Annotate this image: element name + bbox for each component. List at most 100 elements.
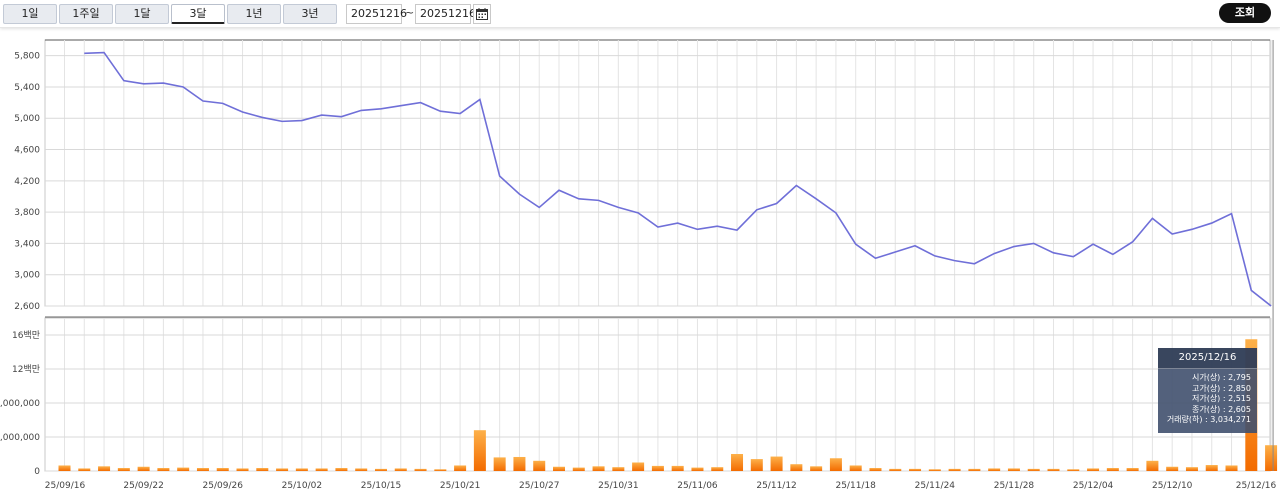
volume-bar: [671, 465, 684, 471]
period-button-3month[interactable]: 3달: [171, 4, 225, 24]
calendar-button[interactable]: [473, 4, 491, 24]
volume-bar: [137, 466, 150, 471]
volume-bar: [493, 457, 506, 471]
volume-bar: [98, 466, 111, 471]
volume-bar: [295, 468, 308, 471]
volume-bar: [790, 464, 803, 471]
volume-bar: [889, 468, 902, 471]
volume-bar: [394, 468, 407, 471]
volume-bar: [533, 460, 546, 471]
price-y-tick: 5,400: [14, 83, 40, 93]
volume-bar: [513, 456, 526, 471]
volume-bar: [414, 468, 427, 471]
price-y-tick: 3,400: [14, 239, 40, 249]
x-axis-tick: 25/12/10: [1152, 481, 1193, 491]
volume-bar: [1067, 469, 1080, 471]
volume-bar: [988, 468, 1001, 471]
price-y-tick: 4,200: [14, 177, 40, 187]
search-button[interactable]: 조회: [1219, 3, 1271, 23]
x-axis-tick: 25/11/12: [756, 481, 796, 491]
volume-bar: [355, 468, 368, 471]
end-date-input[interactable]: 20251216: [415, 4, 476, 24]
volume-bar: [691, 467, 704, 471]
x-axis-tick: 25/10/15: [361, 481, 401, 491]
volume-bar: [78, 468, 91, 471]
volume-bar: [909, 468, 922, 471]
toolbar: 1일 1주일 1달 3달 1년 3년 20251216 ~ 20251216 조…: [0, 0, 1280, 28]
calendar-icon: [476, 8, 488, 20]
price-y-tick: 5,000: [14, 114, 40, 124]
volume-bar: [731, 454, 744, 471]
start-date-input[interactable]: 20251216: [346, 4, 407, 24]
volume-bar: [177, 467, 190, 471]
volume-bar: [632, 462, 645, 471]
volume-bar: [1007, 468, 1020, 471]
tooltip-close: 종가(상) : 2,605: [1191, 404, 1251, 414]
period-button-1week[interactable]: 1주일: [59, 4, 113, 24]
tooltip-volume: 거래량(하) : 3,034,271: [1166, 415, 1251, 424]
volume-bar: [869, 468, 882, 471]
x-axis-tick: 25/09/22: [123, 481, 163, 491]
price-y-tick: 5,800: [14, 52, 40, 62]
volume-bar: [849, 465, 862, 471]
period-button-1year[interactable]: 1년: [227, 4, 281, 24]
x-axis-tick: 25/10/21: [440, 481, 480, 491]
volume-y-tick: 16백만: [12, 330, 40, 341]
volume-bar: [1027, 468, 1040, 471]
price-y-tick: 4,600: [14, 146, 40, 156]
price-y-tick: 3,000: [14, 271, 40, 281]
x-axis-tick: 25/11/18: [835, 481, 876, 491]
x-axis-tick: 25/10/31: [598, 481, 638, 491]
volume-bar: [1265, 445, 1278, 471]
volume-bar: [928, 469, 941, 471]
volume-bar: [750, 459, 763, 471]
tooltip-date: 2025/12/16: [1158, 348, 1257, 369]
price-y-tick: 2,600: [14, 302, 40, 312]
x-axis-tick: 25/11/06: [677, 481, 718, 491]
volume-bar: [948, 468, 961, 471]
volume-y-tick: 4,000,000: [0, 433, 40, 443]
volume-bar: [1146, 460, 1159, 471]
volume-y-tick: 0: [34, 467, 40, 477]
tooltip-high: 고가(상) : 2,850: [1191, 383, 1251, 393]
volume-bar: [236, 468, 249, 471]
x-axis-tick: 25/12/04: [1073, 481, 1114, 491]
volume-bar: [770, 456, 783, 471]
tooltip-low: 저가(상) : 2,515: [1191, 394, 1251, 403]
volume-bar: [553, 466, 565, 471]
volume-bar: [117, 468, 130, 471]
x-axis-tick: 25/11/24: [915, 481, 956, 491]
period-button-3year[interactable]: 3년: [283, 4, 337, 24]
volume-bar: [572, 467, 585, 471]
volume-bar: [1087, 468, 1100, 471]
volume-bar: [256, 468, 269, 471]
period-button-1day[interactable]: 1일: [3, 4, 57, 24]
volume-bar: [454, 465, 467, 471]
volume-bar: [592, 466, 605, 471]
x-axis-tick: 25/09/16: [45, 481, 86, 491]
date-range-separator: ~: [405, 6, 415, 19]
chart-tooltip: 2025/12/16 시가(상) : 2,795 고가(상) : 2,850 저…: [1158, 348, 1257, 433]
volume-bar: [434, 469, 447, 471]
volume-bar: [711, 467, 724, 471]
volume-y-tick: 8,000,000: [0, 399, 40, 409]
volume-bar: [651, 465, 664, 471]
volume-bar: [196, 468, 209, 471]
volume-bar: [1205, 465, 1218, 471]
volume-bar: [829, 458, 842, 471]
period-button-1month[interactable]: 1달: [115, 4, 169, 24]
x-axis-tick: 25/10/02: [282, 481, 322, 491]
volume-bar: [1126, 468, 1139, 471]
volume-bar: [374, 468, 387, 471]
stock-chart[interactable]: 2,600 3,000 3,400 3,800 4,200 4,600 5,000 5,400…: [0, 27, 1280, 501]
volume-bar: [810, 466, 823, 471]
volume-bar: [612, 467, 625, 471]
x-axis-tick: 25/11/28: [994, 481, 1035, 491]
volume-bar: [473, 430, 486, 471]
volume-bar: [335, 468, 348, 471]
volume-bar: [1225, 465, 1238, 471]
price-y-tick: 3,800: [14, 208, 40, 218]
volume-bar: [315, 468, 328, 471]
volume-bar: [1185, 467, 1198, 471]
volume-bar: [1166, 466, 1179, 471]
